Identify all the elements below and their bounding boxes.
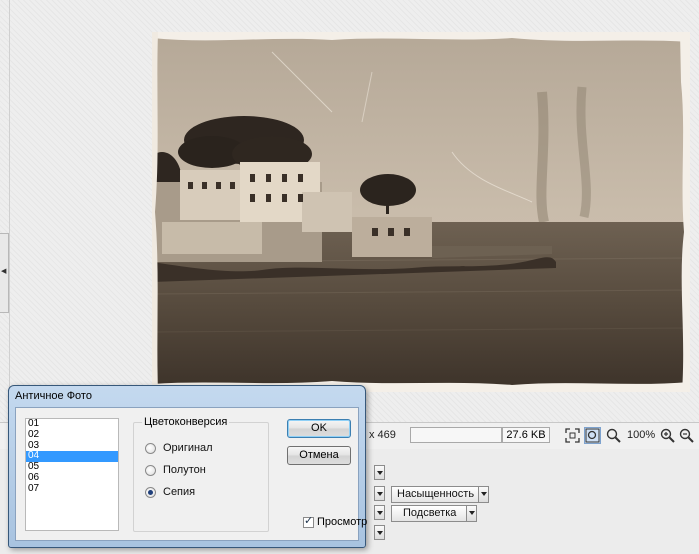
list-item[interactable]: 05 <box>26 461 118 473</box>
list-item[interactable]: 02 <box>26 429 118 441</box>
chevron-down-icon[interactable] <box>374 505 385 520</box>
color-conversion-group: Цветоконверсия Оригинал Полутон Сепия <box>133 416 269 532</box>
list-item[interactable]: 03 <box>26 440 118 452</box>
checkmark-icon: ✓ <box>304 514 314 527</box>
zoom-in-icon[interactable] <box>659 427 676 444</box>
radio-halftone[interactable]: Полутон <box>145 463 206 477</box>
zoom-mode-icon[interactable] <box>605 427 622 444</box>
preview-label: Просмотр <box>317 516 368 528</box>
zoom-out-icon[interactable] <box>678 427 695 444</box>
radio-button-checked[interactable] <box>145 486 156 498</box>
preset-list[interactable]: 01 02 03 04 05 06 07 <box>25 418 119 531</box>
radio-original[interactable]: Оригинал <box>145 441 213 455</box>
zoom-level: 100% <box>627 429 656 441</box>
photo-canvas[interactable] <box>152 32 690 392</box>
image-dimensions: x 469 <box>369 429 396 441</box>
saturation-dropdown[interactable]: Насыщенность <box>391 486 490 503</box>
chevron-down-icon[interactable] <box>374 486 385 501</box>
collapse-arrow-icon: ◀ <box>1 268 7 275</box>
color-conversion-legend: Цветоконверсия <box>142 416 230 428</box>
file-size-field: 27.6 KB <box>502 427 550 443</box>
progress-field <box>410 427 502 443</box>
backlight-dropdown[interactable]: Подсветка <box>391 505 478 522</box>
radio-sepia-label: Сепия <box>163 486 196 498</box>
zoom-actual-icon[interactable] <box>584 427 601 444</box>
list-item[interactable]: 01 <box>26 418 118 430</box>
radio-button[interactable] <box>145 464 156 476</box>
backlight-label: Подсветка <box>403 507 457 519</box>
ok-button[interactable]: OK <box>287 419 351 438</box>
saturation-label: Насыщенность <box>397 488 475 500</box>
radio-sepia[interactable]: Сепия <box>145 485 195 499</box>
list-item[interactable]: 07 <box>26 483 118 495</box>
radio-button[interactable] <box>145 442 156 454</box>
dialog-body: 01 02 03 04 05 06 07 Цветоконверсия Ориг… <box>15 407 367 541</box>
chevron-down-icon[interactable] <box>374 525 385 540</box>
left-panel-collapse-handle[interactable]: ◀ <box>0 233 9 313</box>
cancel-button[interactable]: Отмена <box>287 446 351 465</box>
preview-checkbox[interactable]: ✓ <box>303 514 314 528</box>
radio-halftone-label: Полутон <box>163 464 206 476</box>
list-item-selected[interactable]: 04 <box>26 451 118 463</box>
chevron-down-icon <box>478 486 490 503</box>
chevron-down-icon <box>466 505 478 522</box>
dialog-title: Античное Фото <box>15 390 92 402</box>
fit-to-window-icon[interactable] <box>564 427 581 444</box>
radio-original-label: Оригинал <box>163 442 213 454</box>
preview-checkbox-row[interactable]: ✓ Просмотр <box>303 515 367 529</box>
sepia-photo <box>152 32 690 392</box>
chevron-down-icon[interactable] <box>374 465 385 480</box>
file-size-text: 27.6 KB <box>506 429 546 441</box>
list-item[interactable]: 06 <box>26 472 118 484</box>
antique-photo-dialog: Античное Фото 01 02 03 04 05 06 07 Цвето… <box>8 385 367 548</box>
